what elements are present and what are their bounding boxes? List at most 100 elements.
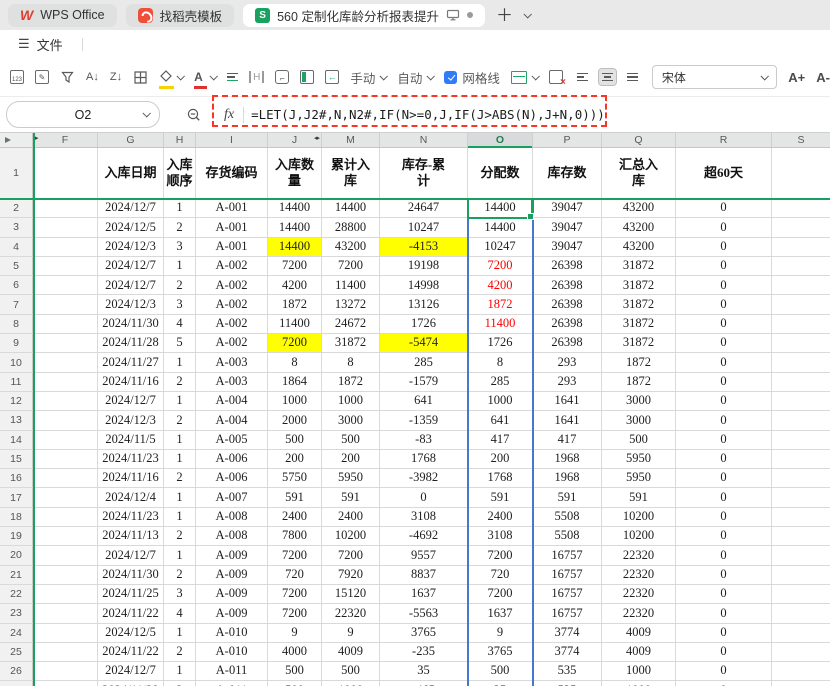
- cell[interactable]: 3: [164, 585, 196, 604]
- cell[interactable]: [772, 238, 830, 257]
- cell[interactable]: 5950: [602, 469, 676, 488]
- cell[interactable]: A-005: [196, 431, 268, 450]
- cell[interactable]: 1: [164, 488, 196, 507]
- cell[interactable]: 1872: [602, 353, 676, 372]
- column-header-f[interactable]: F: [33, 133, 98, 147]
- cell[interactable]: 535: [533, 681, 602, 686]
- cell[interactable]: 2024/12/3: [98, 411, 164, 430]
- row-header-17[interactable]: 17: [0, 488, 33, 507]
- cell[interactable]: 26398: [533, 315, 602, 334]
- cell[interactable]: [33, 431, 98, 450]
- cell[interactable]: 500: [322, 662, 380, 681]
- cell[interactable]: [33, 508, 98, 527]
- cell[interactable]: 1000: [602, 662, 676, 681]
- hide-columns-button[interactable]: H: [249, 71, 264, 83]
- cell[interactable]: 10200: [602, 508, 676, 527]
- cell[interactable]: 9: [322, 624, 380, 643]
- font-name-select[interactable]: 宋体: [652, 65, 777, 89]
- align-bottom-button[interactable]: [624, 69, 641, 86]
- cell[interactable]: [772, 218, 830, 237]
- cell[interactable]: 1000: [322, 392, 380, 411]
- cell[interactable]: A-009: [196, 566, 268, 585]
- cell[interactable]: [772, 585, 830, 604]
- cell[interactable]: 22320: [322, 604, 380, 623]
- cell[interactable]: 1768: [380, 450, 468, 469]
- cell[interactable]: 4009: [322, 643, 380, 662]
- cell[interactable]: 1637: [468, 604, 533, 623]
- cell[interactable]: -5474: [380, 334, 468, 353]
- cell[interactable]: [33, 546, 98, 565]
- cell[interactable]: -4153: [380, 238, 468, 257]
- tab-list-chevron-icon[interactable]: [523, 10, 531, 18]
- cell[interactable]: [33, 585, 98, 604]
- cell[interactable]: A-001: [196, 218, 268, 237]
- row-header-20[interactable]: 20: [0, 546, 33, 565]
- file-menu[interactable]: 文件: [37, 35, 63, 54]
- cell[interactable]: [772, 373, 830, 392]
- cell[interactable]: 500: [268, 662, 322, 681]
- cell[interactable]: 0: [676, 527, 772, 546]
- cell[interactable]: 22320: [602, 604, 676, 623]
- cell[interactable]: 0: [676, 257, 772, 276]
- cell[interactable]: -235: [380, 643, 468, 662]
- cell[interactable]: 1726: [468, 334, 533, 353]
- cell[interactable]: 11400: [468, 315, 533, 334]
- cell[interactable]: 3108: [468, 527, 533, 546]
- row-header-6[interactable]: 6: [0, 276, 33, 295]
- cell[interactable]: 超60天: [676, 148, 772, 199]
- row-header-9[interactable]: 9: [0, 334, 33, 353]
- cell[interactable]: -5563: [380, 604, 468, 623]
- cell[interactable]: 入库数 量: [268, 148, 322, 199]
- cell[interactable]: 2000: [268, 411, 322, 430]
- cell[interactable]: 7200: [468, 546, 533, 565]
- cell[interactable]: [772, 508, 830, 527]
- cell[interactable]: 7200: [268, 585, 322, 604]
- cell[interactable]: 2024/11/25: [98, 585, 164, 604]
- cell[interactable]: -1359: [380, 411, 468, 430]
- cell[interactable]: 7200: [468, 257, 533, 276]
- cell[interactable]: 1872: [602, 373, 676, 392]
- cell[interactable]: 0: [676, 546, 772, 565]
- cell[interactable]: 0: [676, 585, 772, 604]
- cell[interactable]: 4009: [602, 643, 676, 662]
- cell[interactable]: [772, 662, 830, 681]
- row-header-15[interactable]: 15: [0, 450, 33, 469]
- row-header-22[interactable]: 22: [0, 585, 33, 604]
- cell[interactable]: 14400: [268, 218, 322, 237]
- cell[interactable]: 591: [322, 488, 380, 507]
- cell[interactable]: A-002: [196, 334, 268, 353]
- cell[interactable]: [772, 604, 830, 623]
- row-header-10[interactable]: 10: [0, 353, 33, 372]
- row-header-19[interactable]: 19: [0, 527, 33, 546]
- cell[interactable]: 7800: [268, 527, 322, 546]
- column-header-m[interactable]: M: [322, 133, 380, 147]
- cell[interactable]: 3000: [322, 411, 380, 430]
- cell[interactable]: 10247: [468, 238, 533, 257]
- cell[interactable]: -83: [380, 431, 468, 450]
- cell[interactable]: 3774: [533, 643, 602, 662]
- cell[interactable]: 1: [164, 199, 196, 218]
- cell[interactable]: 11400: [322, 276, 380, 295]
- cell[interactable]: 14400: [322, 199, 380, 218]
- cell[interactable]: 8: [322, 353, 380, 372]
- cell[interactable]: [33, 624, 98, 643]
- cell[interactable]: A-008: [196, 508, 268, 527]
- cell[interactable]: 43200: [602, 199, 676, 218]
- name-box[interactable]: O2: [6, 101, 160, 128]
- cell[interactable]: 31872: [602, 315, 676, 334]
- cell[interactable]: 2024/12/5: [98, 624, 164, 643]
- cell[interactable]: 2024/11/23: [98, 508, 164, 527]
- cell[interactable]: [772, 450, 830, 469]
- cell[interactable]: 16757: [533, 604, 602, 623]
- cell[interactable]: 2: [164, 566, 196, 585]
- font-color-button[interactable]: A: [194, 70, 216, 85]
- cell[interactable]: 2: [164, 411, 196, 430]
- cell[interactable]: 0: [676, 662, 772, 681]
- cell[interactable]: 4000: [268, 643, 322, 662]
- zoom-out-icon[interactable]: [186, 107, 202, 123]
- cell[interactable]: 1641: [533, 392, 602, 411]
- row-header-26[interactable]: 26: [0, 662, 33, 681]
- cell[interactable]: 15120: [322, 585, 380, 604]
- cell[interactable]: 入库日期: [98, 148, 164, 199]
- cell[interactable]: A-009: [196, 585, 268, 604]
